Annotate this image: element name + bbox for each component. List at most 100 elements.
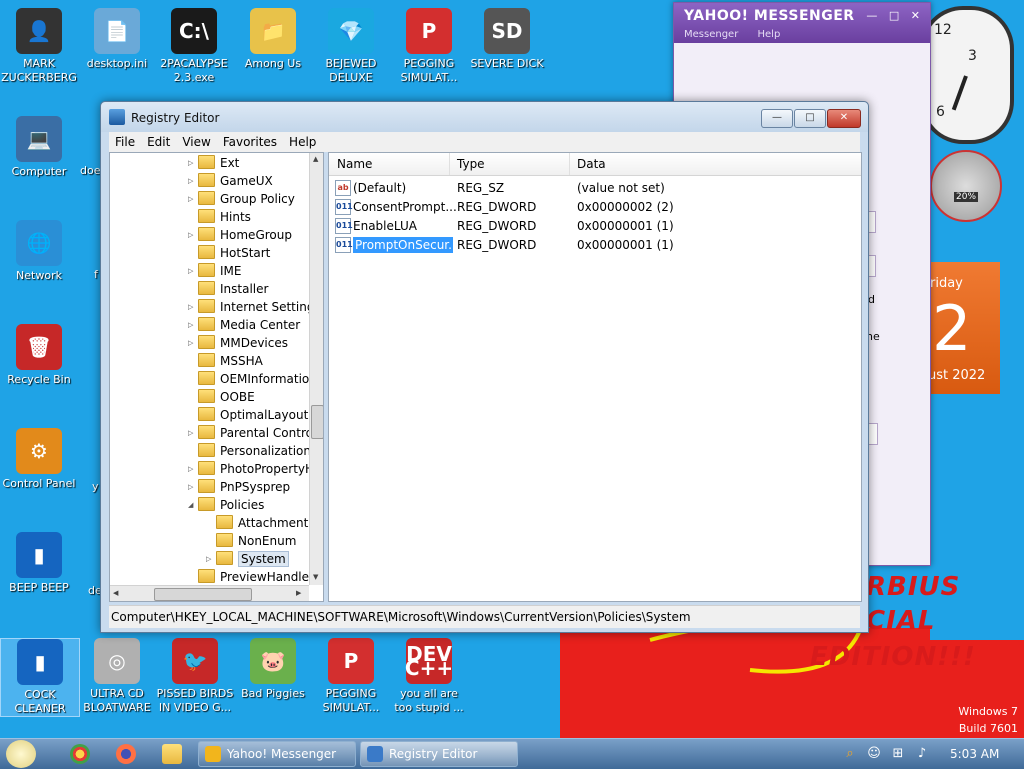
expand-arrow-icon[interactable]: ▷ xyxy=(188,429,198,437)
column-header-data[interactable]: Data xyxy=(577,157,606,171)
scroll-left-arrow-icon[interactable]: ◀ xyxy=(113,589,118,597)
desktop-icon[interactable]: 🐷 Bad Piggies xyxy=(234,638,312,701)
calendar-gadget[interactable]: riday 2 ust 2022 xyxy=(928,262,1000,394)
menu-edit[interactable]: Edit xyxy=(141,132,176,149)
desktop-icon[interactable]: ▮ COCK CLEANER xyxy=(0,638,80,717)
scroll-up-arrow-icon[interactable]: ▲ xyxy=(313,155,318,163)
registry-tree[interactable]: ▷ Ext ▷ GameUX ▷ Group Policy Hints ▷ HomeGroup H… xyxy=(109,152,324,602)
tree-vertical-scrollbar[interactable]: ▲ ▼ xyxy=(309,153,323,585)
tree-node[interactable]: NonEnum xyxy=(206,533,296,551)
expand-arrow-icon[interactable]: ◢ xyxy=(188,501,198,509)
desktop-icon[interactable]: ◎ ULTRA CD BLOATWARE xyxy=(78,638,156,715)
expand-arrow-icon[interactable]: ▷ xyxy=(188,303,198,311)
taskbar-button[interactable]: Registry Editor xyxy=(360,741,518,767)
close-button[interactable]: ✕ xyxy=(827,109,861,128)
clock-gadget[interactable]: 12 3 6 xyxy=(920,6,1014,144)
taskbar-clock[interactable]: 5:03 AM xyxy=(950,747,999,761)
desktop-icon[interactable]: 🌐 Network xyxy=(0,220,78,283)
menu-favorites[interactable]: Favorites xyxy=(217,132,283,149)
desktop-icon[interactable]: DEV C++ you all are too stupid ... xyxy=(390,638,468,715)
tree-node[interactable]: HotStart xyxy=(188,245,270,263)
maximize-button[interactable]: □ xyxy=(794,109,826,128)
tree-node[interactable]: Installer xyxy=(188,281,268,299)
desktop-icon[interactable]: 🐦 PISSED BIRDS IN VIDEO G... xyxy=(156,638,234,715)
column-separator[interactable] xyxy=(569,153,570,175)
desktop-icon[interactable]: C:\ 2PACALYPSE 2.3.exe xyxy=(155,8,233,85)
column-header-name[interactable]: Name xyxy=(337,157,372,171)
tree-horizontal-scrollbar[interactable]: ◀ ▶ xyxy=(110,585,309,601)
network-icon[interactable]: ⊞ xyxy=(890,746,906,762)
expand-arrow-icon[interactable]: ▷ xyxy=(188,177,198,185)
table-row[interactable]: 011 PromptOnSecur... REG_DWORD 0x00000001 (… xyxy=(329,236,861,255)
tree-node[interactable]: ◢ Policies xyxy=(188,497,264,515)
expand-arrow-icon[interactable]: ▷ xyxy=(188,483,198,491)
expand-arrow-icon[interactable]: ▷ xyxy=(188,231,198,239)
firefox-icon[interactable] xyxy=(116,744,136,764)
tree-node[interactable]: Hints xyxy=(188,209,251,227)
desktop-icon[interactable]: P PEGGING SIMULAT... xyxy=(312,638,390,715)
expand-arrow-icon[interactable]: ▷ xyxy=(206,555,216,563)
tree-node[interactable]: ▷ PnPSysprep xyxy=(188,479,290,497)
tree-node[interactable]: ▷ MMDevices xyxy=(188,335,288,353)
tree-horizontal-scroll-thumb[interactable] xyxy=(154,588,252,601)
desktop-icon[interactable]: 📁 Among Us xyxy=(234,8,312,71)
tree-node[interactable]: OOBE xyxy=(188,389,255,407)
desktop-icon[interactable]: ▮ BEEP BEEP xyxy=(0,532,78,595)
scroll-down-arrow-icon[interactable]: ▼ xyxy=(313,573,318,581)
tree-node[interactable]: ▷ Media Center xyxy=(188,317,300,335)
desktop-icon[interactable]: 💎 BEJEWED DELUXE xyxy=(312,8,390,85)
tree-node[interactable]: ▷ HomeGroup xyxy=(188,227,292,245)
registry-editor-window[interactable]: Registry Editor — □ ✕ File Edit View Favori… xyxy=(100,101,869,633)
cpu-meter-gadget[interactable]: 20% xyxy=(930,150,1002,222)
explorer-folder-icon[interactable] xyxy=(162,744,182,764)
expand-arrow-icon[interactable]: ▷ xyxy=(188,159,198,167)
desktop-icon[interactable]: SD SEVERE DICK xyxy=(468,8,546,71)
start-button[interactable] xyxy=(6,740,36,768)
table-row[interactable]: 011 EnableLUA REG_DWORD 0x00000001 (1) xyxy=(329,217,861,236)
expand-arrow-icon[interactable]: ▷ xyxy=(188,195,198,203)
tree-vertical-scroll-thumb[interactable] xyxy=(311,405,323,439)
yahoo-window-controls[interactable]: — □ ✕ xyxy=(866,9,924,22)
yahoo-titlebar[interactable]: YAHOO! MESSENGER — □ ✕ Messenger Help xyxy=(674,3,930,43)
volume-icon[interactable]: ♪ xyxy=(914,746,930,762)
tree-node[interactable]: ▷ Group Policy xyxy=(188,191,295,209)
tree-node[interactable]: ▷PhotoPropertyHandler xyxy=(188,461,323,479)
expand-arrow-icon[interactable]: ▷ xyxy=(188,465,198,473)
tree-node[interactable]: ▷ IME xyxy=(188,263,241,281)
desktop-icon[interactable]: 📄 desktop.ini xyxy=(78,8,156,71)
taskbar-button[interactable]: Yahoo! Messenger xyxy=(198,741,356,767)
yahoo-menu-help[interactable]: Help xyxy=(758,29,781,40)
tree-node[interactable]: OEMInformation xyxy=(188,371,317,389)
tree-node[interactable]: ▷ Parental Controls xyxy=(188,425,323,443)
search-icon[interactable]: ⌕ xyxy=(842,746,858,762)
desktop-icon[interactable]: ⚙ Control Panel xyxy=(0,428,78,491)
menu-file[interactable]: File xyxy=(109,132,141,149)
tree-node[interactable]: Personalization xyxy=(188,443,311,461)
menu-view[interactable]: View xyxy=(176,132,216,149)
column-separator[interactable] xyxy=(449,153,450,175)
chrome-icon[interactable] xyxy=(70,744,90,764)
desktop-icon[interactable]: 🗑 Recycle Bin xyxy=(0,324,78,387)
expand-arrow-icon[interactable]: ▷ xyxy=(188,267,198,275)
values-list[interactable]: Name Type Data ab (Default) REG_SZ (value n… xyxy=(328,152,862,602)
table-row[interactable]: 011 ConsentPrompt... REG_DWORD 0x00000002 (… xyxy=(329,198,861,217)
desktop-icon[interactable]: 👤 MARK ZUCKERBERG xyxy=(0,8,78,85)
expand-arrow-icon[interactable]: ▷ xyxy=(188,321,198,329)
scroll-right-arrow-icon[interactable]: ▶ xyxy=(296,589,301,597)
desktop-icon[interactable]: P PEGGING SIMULAT... xyxy=(390,8,468,85)
desktop-icon[interactable]: 💻 Computer xyxy=(0,116,78,179)
expand-arrow-icon[interactable]: ▷ xyxy=(188,339,198,347)
tree-node[interactable]: Attachments xyxy=(206,515,315,533)
column-header-type[interactable]: Type xyxy=(457,157,485,171)
emoji-icon[interactable]: ☺ xyxy=(866,746,882,762)
minimize-button[interactable]: — xyxy=(761,109,793,128)
menu-help[interactable]: Help xyxy=(283,132,322,149)
tree-node[interactable]: ▷ System xyxy=(206,551,289,569)
tree-node[interactable]: ▷ GameUX xyxy=(188,173,273,191)
table-row[interactable]: ab (Default) REG_SZ (value not set) xyxy=(329,179,861,198)
regedit-titlebar[interactable]: Registry Editor — □ ✕ xyxy=(101,102,868,132)
yahoo-menu-messenger[interactable]: Messenger xyxy=(684,29,738,40)
tree-node[interactable]: ▷ Internet Settings xyxy=(188,299,321,317)
tree-node[interactable]: OptimalLayout xyxy=(188,407,308,425)
tree-node[interactable]: MSSHA xyxy=(188,353,263,371)
